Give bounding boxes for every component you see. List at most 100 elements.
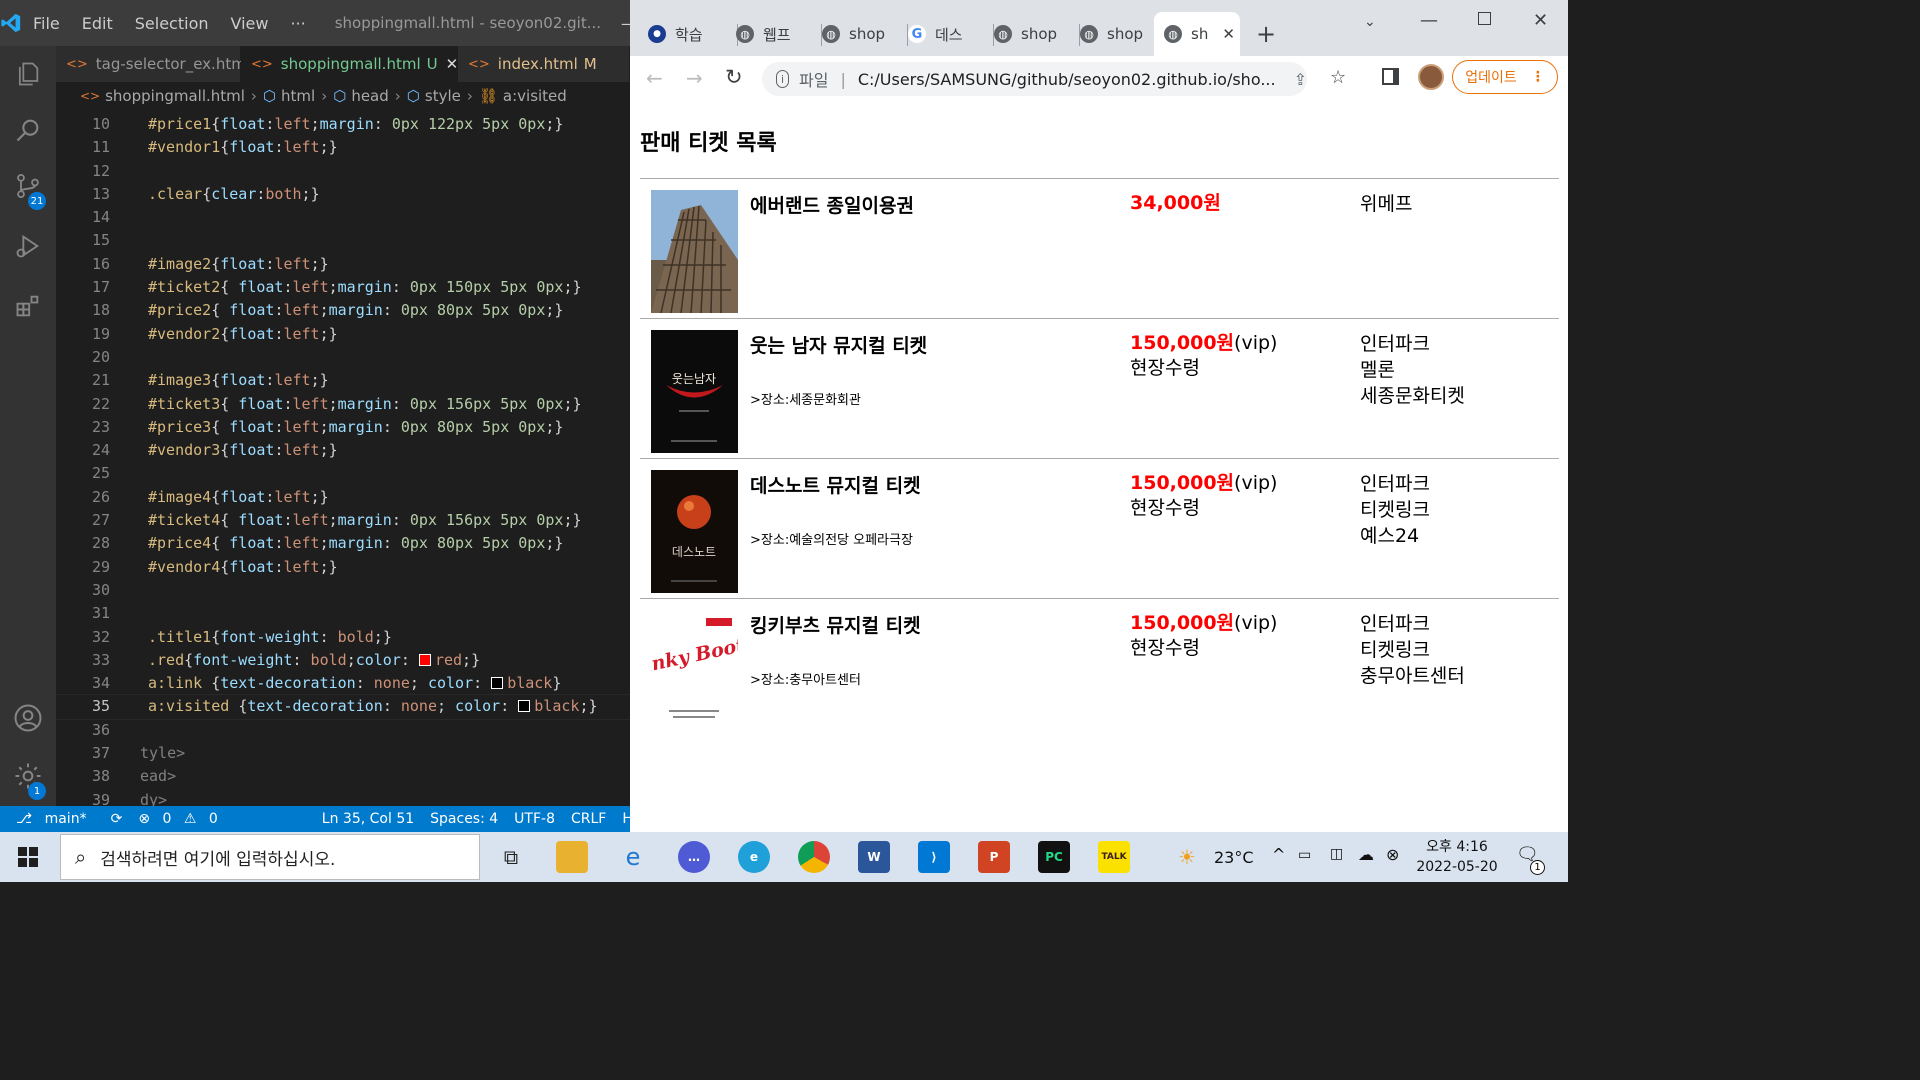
encoding-status[interactable]: UTF-8 xyxy=(506,811,563,827)
search-icon[interactable] xyxy=(0,102,56,158)
ticket-name[interactable]: 웃는 남자 뮤지컬 티켓 xyxy=(750,331,927,358)
weather-temp[interactable]: 23°C xyxy=(1214,848,1254,867)
code-line[interactable]: 25 xyxy=(56,462,630,485)
menu-view[interactable]: View xyxy=(220,14,280,33)
tab-shoppingmall[interactable]: <> shoppingmall.html U ✕ xyxy=(241,46,458,82)
reload-icon[interactable]: ↻ xyxy=(725,65,743,89)
menu-edit[interactable]: Edit xyxy=(71,14,124,33)
ticket-name[interactable]: 킹키부츠 뮤지컬 티켓 xyxy=(750,611,921,638)
close-tab-icon[interactable]: ✕ xyxy=(446,55,459,73)
chat-icon[interactable]: … xyxy=(678,841,710,873)
more-menu-icon[interactable]: ⋮ xyxy=(1531,69,1545,85)
vendor-name[interactable]: 인터파크 xyxy=(1360,611,1465,637)
network-off-icon[interactable]: ⊗ xyxy=(1386,845,1399,864)
accounts-icon[interactable] xyxy=(0,690,56,746)
code-line[interactable]: 34 a:link {text-decoration: none; color: … xyxy=(56,672,630,695)
code-line[interactable]: 13 .clear{clear:both;} xyxy=(56,183,630,206)
code-line[interactable]: 37 tyle> xyxy=(56,742,630,765)
indentation-status[interactable]: Spaces: 4 xyxy=(422,811,506,827)
code-line[interactable]: 16 #image2{float:left;} xyxy=(56,253,630,276)
run-debug-icon[interactable] xyxy=(0,218,56,274)
code-line[interactable]: 22 #ticket3{ float:left;margin: 0px 156px… xyxy=(56,393,630,416)
code-line[interactable]: 31 xyxy=(56,602,630,625)
code-line[interactable]: 14 xyxy=(56,206,630,229)
breadcrumb-selector[interactable]: a:visited xyxy=(503,87,567,105)
code-line[interactable]: 33 .red{font-weight: bold;color: red;} xyxy=(56,649,630,672)
breadcrumb-head[interactable]: head xyxy=(351,87,388,105)
profile-avatar[interactable] xyxy=(1418,64,1444,90)
code-line[interactable]: 20 xyxy=(56,346,630,369)
chevron-up-icon[interactable]: ^ xyxy=(1272,845,1285,864)
browser-tab[interactable]: G 데스 xyxy=(908,12,994,56)
close-window-button[interactable]: ✕ xyxy=(1533,10,1548,31)
menu-more[interactable]: ··· xyxy=(279,14,316,33)
close-tab-icon[interactable]: ✕ xyxy=(1222,25,1235,43)
code-line[interactable]: 11 #vendor1{float:left;} xyxy=(56,136,630,159)
code-line[interactable]: 30 xyxy=(56,579,630,602)
ticket-name[interactable]: 에버랜드 종일이용권 xyxy=(750,191,914,218)
browser-tab[interactable]: ● 학습 xyxy=(648,12,738,56)
code-line[interactable]: 38 ead> xyxy=(56,765,630,788)
deathnote-poster-image[interactable]: 데스노트 xyxy=(651,470,738,593)
code-line[interactable]: 28 #price4{ float:left;margin: 0px 80px 5… xyxy=(56,532,630,555)
weather-icon[interactable]: ☀ xyxy=(1178,845,1196,869)
code-line[interactable]: 26 #image4{float:left;} xyxy=(56,486,630,509)
code-line[interactable]: 27 #ticket4{ float:left;margin: 0px 156px… xyxy=(56,509,630,532)
back-icon[interactable]: ← xyxy=(646,66,663,90)
breadcrumb-file[interactable]: shoppingmall.html xyxy=(105,87,245,105)
source-control-icon[interactable]: 21 xyxy=(0,158,56,214)
code-line[interactable]: 17 #ticket2{ float:left;margin: 0px 150px… xyxy=(56,276,630,299)
chrome-icon[interactable] xyxy=(798,841,830,873)
taskbar-clock[interactable]: 오후 4:16 2022-05-20 xyxy=(1412,837,1502,877)
vendor-name[interactable]: 티켓링크 xyxy=(1360,497,1430,523)
file-explorer-icon[interactable] xyxy=(556,841,588,873)
code-line[interactable]: 23 #price3{ float:left;margin: 0px 80px 5… xyxy=(56,416,630,439)
browser-tab-active[interactable]: ◍ sh ✕ xyxy=(1154,12,1240,56)
rollercoaster-image[interactable] xyxy=(651,190,738,313)
new-tab-button[interactable]: + xyxy=(1256,20,1276,48)
word-icon[interactable]: W xyxy=(858,841,890,873)
browser-tab[interactable]: ◍ shop xyxy=(822,12,908,56)
vendor-name[interactable]: 멜론 xyxy=(1360,357,1465,383)
vendor-name[interactable]: 티켓링크 xyxy=(1360,637,1465,663)
code-line[interactable]: 12 xyxy=(56,160,630,183)
menu-selection[interactable]: Selection xyxy=(124,14,220,33)
browser-tab[interactable]: ◍ 웹프 xyxy=(736,12,822,56)
share-icon[interactable]: ⇪ xyxy=(1294,70,1307,89)
vscode-taskbar-icon[interactable]: ⟩ xyxy=(918,841,950,873)
browser-tab[interactable]: ◍ shop xyxy=(994,12,1080,56)
internet-explorer-icon[interactable]: e xyxy=(617,841,649,873)
info-icon[interactable]: i xyxy=(776,70,789,88)
code-line[interactable]: 29 #vendor4{float:left;} xyxy=(56,556,630,579)
sync-icon[interactable]: ⟳ xyxy=(103,811,131,827)
browser-tab[interactable]: ◍ shop xyxy=(1080,12,1152,56)
onedrive-icon[interactable]: ☁ xyxy=(1358,845,1374,864)
taskbar-search-box[interactable]: ⌕ 검색하려면 여기에 입력하십시오. xyxy=(60,834,480,880)
code-line[interactable]: 19 #vendor2{float:left;} xyxy=(56,323,630,346)
update-button[interactable]: 업데이트 ⋮ xyxy=(1452,60,1558,94)
code-line[interactable]: 24 #vendor3{float:left;} xyxy=(56,439,630,462)
task-view-icon[interactable]: ⧉ xyxy=(495,841,527,873)
maximize-button[interactable] xyxy=(1478,12,1491,25)
forward-icon[interactable]: → xyxy=(686,66,703,90)
code-line[interactable]: 35 a:visited {text-decoration: none; colo… xyxy=(56,694,630,720)
pycharm-icon[interactable]: PC xyxy=(1038,841,1070,873)
code-line[interactable]: 18 #price2{ float:left;margin: 0px 80px 5… xyxy=(56,299,630,322)
tab-tag-selector[interactable]: <> tag-selector_ex.html xyxy=(56,46,250,82)
vendor-name[interactable]: 충무아트센터 xyxy=(1360,663,1465,689)
menu-file[interactable]: File xyxy=(22,14,71,33)
vendor-name[interactable]: 인터파크 xyxy=(1360,331,1465,357)
code-line[interactable]: 36 xyxy=(56,719,630,742)
code-line[interactable]: 39 dy> xyxy=(56,789,630,806)
code-line[interactable]: 21 #image3{float:left;} xyxy=(56,369,630,392)
minimize-button[interactable]: — xyxy=(621,14,630,33)
vendor-name[interactable]: 위메프 xyxy=(1360,191,1412,217)
vendor-name[interactable]: 예스24 xyxy=(1360,523,1430,549)
code-line[interactable]: 10 #price1{float:left;margin: 0px 122px 5… xyxy=(56,113,630,136)
explorer-icon[interactable] xyxy=(0,46,56,102)
branch-status[interactable]: ⎇ main* xyxy=(0,811,103,827)
breadcrumb-html[interactable]: html xyxy=(281,87,315,105)
language-status[interactable]: HTML xyxy=(614,811,630,827)
camera-icon[interactable]: ◫ xyxy=(1330,846,1343,862)
settings-gear-icon[interactable]: 1 xyxy=(0,748,56,804)
